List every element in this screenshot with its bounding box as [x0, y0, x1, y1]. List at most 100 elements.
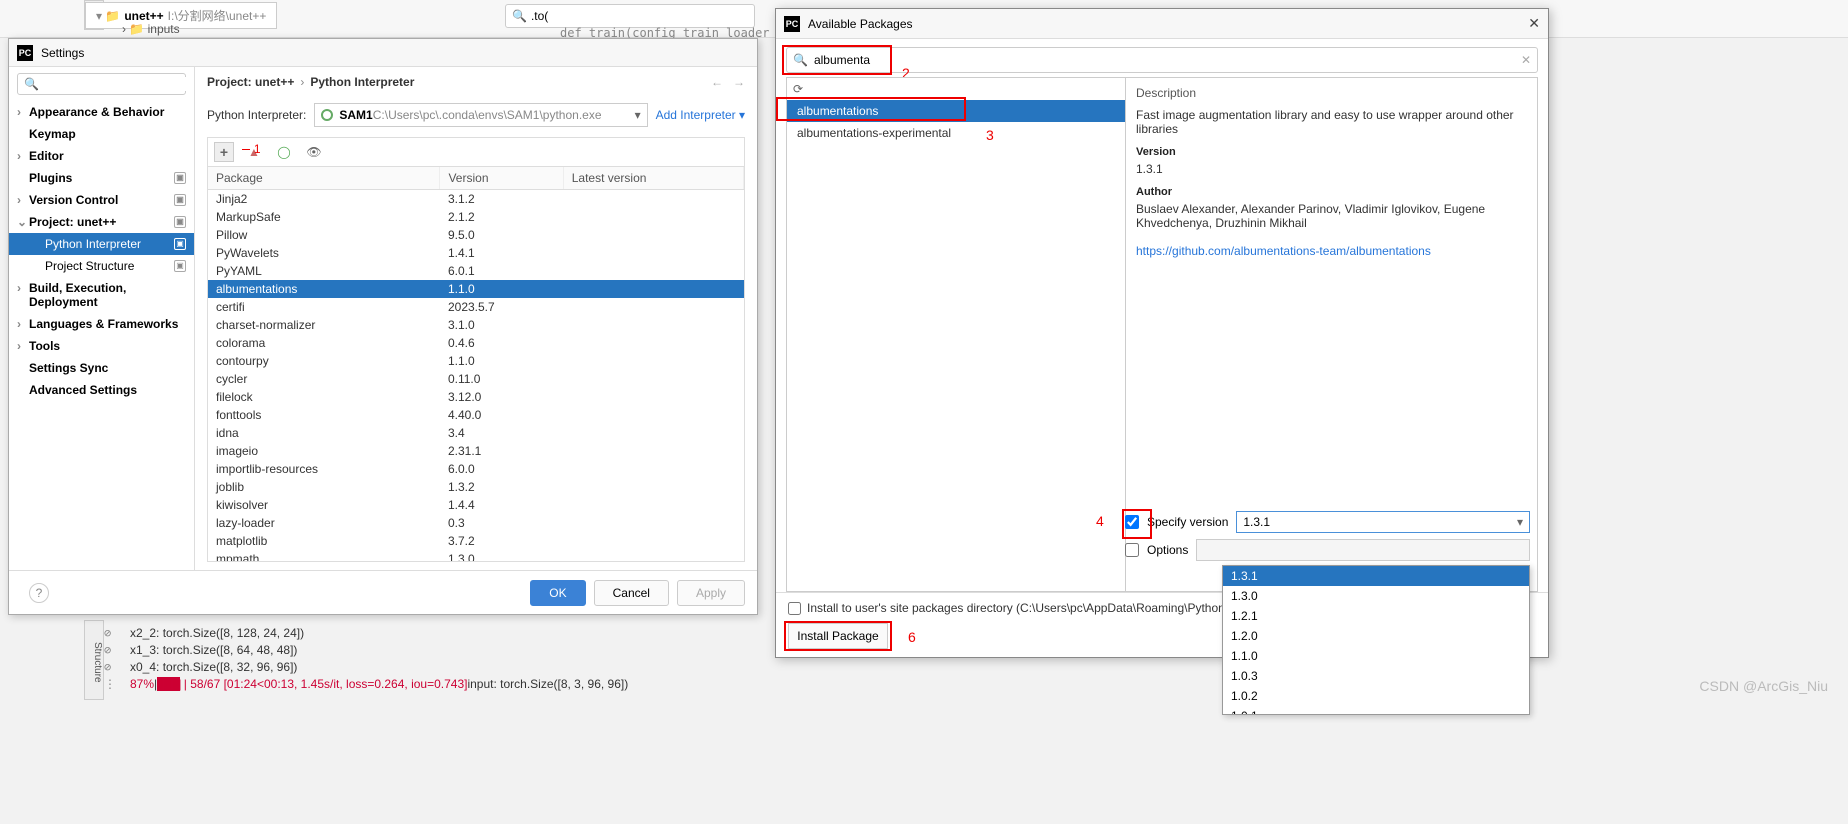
available-packages-titlebar: PC Available Packages ✕	[776, 9, 1548, 39]
chevron-down-icon: ▾	[1517, 515, 1523, 529]
help-icon[interactable]: ?	[29, 583, 49, 603]
conda-icon[interactable]: ◯	[274, 142, 294, 162]
tree-python-interpreter[interactable]: Python Interpreter▣	[9, 233, 194, 255]
options-checkbox[interactable]	[1125, 543, 1139, 557]
install-options: Specify version 1.3.1 ▾ Options	[1125, 511, 1530, 567]
settings-title-text: Settings	[41, 46, 84, 60]
table-row[interactable]: joblib1.3.2	[208, 478, 744, 496]
search-icon: 🔍	[793, 53, 808, 67]
table-row[interactable]: certifi2023.5.7	[208, 298, 744, 316]
options-input[interactable]	[1196, 539, 1530, 561]
options-label: Options	[1147, 543, 1188, 557]
tree-plugins[interactable]: Plugins▣	[9, 167, 194, 189]
col-version[interactable]: Version	[440, 167, 563, 190]
apply-button[interactable]: Apply	[677, 580, 745, 606]
table-row[interactable]: cycler0.11.0	[208, 370, 744, 388]
table-row[interactable]: fonttools4.40.0	[208, 406, 744, 424]
version-option[interactable]: 1.3.1	[1223, 566, 1529, 586]
interpreter-path: C:\Users\pc\.conda\envs\SAM1\python.exe	[373, 108, 602, 122]
version-option[interactable]: 1.3.0	[1223, 586, 1529, 606]
list-item[interactable]: albumentations	[787, 100, 1125, 122]
project-tab[interactable]: ▾ 📁 unet++ I:\分割网络\unet++	[85, 2, 277, 29]
version-option[interactable]: 1.0.3	[1223, 666, 1529, 686]
table-row[interactable]: colorama0.4.6	[208, 334, 744, 352]
table-row[interactable]: charset-normalizer3.1.0	[208, 316, 744, 334]
specify-version-checkbox[interactable]	[1125, 515, 1139, 529]
annotation-6: 6	[908, 629, 916, 645]
table-row[interactable]: MarkupSafe2.1.2	[208, 208, 744, 226]
pycharm-icon: PC	[784, 16, 800, 32]
cancel-button[interactable]: Cancel	[594, 580, 669, 606]
version-dropdown[interactable]: 1.3.11.3.01.2.11.2.01.1.01.0.31.0.21.0.1	[1222, 565, 1530, 715]
tree-advanced[interactable]: Advanced Settings	[9, 379, 194, 401]
packages-table[interactable]: Package Version Latest version Jinja23.1…	[207, 166, 745, 562]
tree-project-structure[interactable]: Project Structure▣	[9, 255, 194, 277]
package-search-value: albumenta	[814, 53, 870, 67]
refresh-icon[interactable]: ⟳	[787, 78, 1125, 100]
settings-footer: ? OK Cancel Apply	[9, 570, 757, 614]
col-package[interactable]: Package	[208, 167, 440, 190]
settings-breadcrumb: Project: unet++ › Python Interpreter ← →	[207, 75, 745, 89]
table-row[interactable]: PyYAML6.0.1	[208, 262, 744, 280]
settings-search-input[interactable]: 🔍	[17, 73, 186, 95]
table-row[interactable]: contourpy1.1.0	[208, 352, 744, 370]
table-row[interactable]: kiwisolver1.4.4	[208, 496, 744, 514]
interpreter-select[interactable]: SAM1 C:\Users\pc\.conda\envs\SAM1\python…	[314, 103, 647, 127]
table-row[interactable]: Jinja23.1.2	[208, 190, 744, 209]
table-row[interactable]: importlib-resources6.0.0	[208, 460, 744, 478]
version-option[interactable]: 1.0.1	[1223, 706, 1529, 715]
col-latest[interactable]: Latest version	[563, 167, 743, 190]
package-link[interactable]: https://github.com/albumentations-team/a…	[1136, 244, 1431, 258]
version-option[interactable]: 1.2.1	[1223, 606, 1529, 626]
install-package-button[interactable]: Install Package	[788, 623, 888, 649]
table-row[interactable]: PyWavelets1.4.1	[208, 244, 744, 262]
back-icon[interactable]: ←	[711, 75, 723, 89]
table-row[interactable]: albumentations1.1.0	[208, 280, 744, 298]
close-icon[interactable]: ✕	[1528, 15, 1540, 32]
tree-version-control[interactable]: Version Control▣	[9, 189, 194, 211]
structure-tool-tab[interactable]: Structure	[84, 620, 104, 700]
tree-settings-sync[interactable]: Settings Sync	[9, 357, 194, 379]
table-row[interactable]: idna3.4	[208, 424, 744, 442]
badge-icon: ▣	[174, 216, 186, 228]
tree-keymap[interactable]: Keymap	[9, 123, 194, 145]
folder-icon: ▾ 📁	[96, 9, 120, 23]
table-row[interactable]: matplotlib3.7.2	[208, 532, 744, 550]
available-packages-title: Available Packages	[808, 17, 913, 31]
table-row[interactable]: mpmath1.3.0	[208, 550, 744, 562]
table-row[interactable]: Pillow9.5.0	[208, 226, 744, 244]
eye-icon[interactable]: 👁	[304, 142, 324, 162]
version-option[interactable]: 1.2.0	[1223, 626, 1529, 646]
version-option[interactable]: 1.1.0	[1223, 646, 1529, 666]
available-packages-dialog: PC Available Packages ✕ 🔍 albumenta ✕ 2 …	[775, 8, 1549, 658]
tree-editor[interactable]: Editor	[9, 145, 194, 167]
console-gutter: ⊘⊘⊘⋮	[104, 625, 130, 693]
settings-dialog: PC Settings 🔍 Appearance & Behavior Keym…	[8, 38, 758, 615]
ok-button[interactable]: OK	[530, 580, 585, 606]
tree-project[interactable]: Project: unet++▣	[9, 211, 194, 233]
version-select-value: 1.3.1	[1243, 515, 1270, 529]
editor-search-field[interactable]: 🔍 .to(	[505, 4, 755, 28]
version-option[interactable]: 1.0.2	[1223, 686, 1529, 706]
settings-search-field[interactable]	[43, 77, 195, 91]
table-row[interactable]: imageio2.31.1	[208, 442, 744, 460]
forward-icon[interactable]: →	[733, 75, 745, 89]
env-icon	[321, 109, 333, 121]
version-select[interactable]: 1.3.1 ▾	[1236, 511, 1530, 533]
author-value: Buslaev Alexander, Alexander Parinov, Vl…	[1136, 202, 1527, 230]
package-results-list[interactable]: ⟳ albumentationsalbumentations-experimen…	[786, 77, 1126, 592]
package-search-input[interactable]: 🔍 albumenta ✕	[786, 47, 1538, 73]
search-icon: 🔍	[24, 77, 39, 91]
tree-languages[interactable]: Languages & Frameworks	[9, 313, 194, 335]
tree-tools[interactable]: Tools	[9, 335, 194, 357]
table-row[interactable]: lazy-loader0.3	[208, 514, 744, 532]
tree-build[interactable]: Build, Execution, Deployment	[9, 277, 194, 313]
clear-icon[interactable]: ✕	[1521, 53, 1531, 67]
install-user-site-checkbox[interactable]	[788, 602, 801, 615]
add-package-button[interactable]: +	[214, 142, 234, 162]
add-interpreter-link[interactable]: Add Interpreter	[656, 108, 745, 122]
tree-appearance[interactable]: Appearance & Behavior	[9, 101, 194, 123]
run-console: x2_2: torch.Size([8, 128, 24, 24]) x1_3:…	[130, 625, 628, 693]
list-item[interactable]: albumentations-experimental	[787, 122, 1125, 144]
table-row[interactable]: filelock3.12.0	[208, 388, 744, 406]
